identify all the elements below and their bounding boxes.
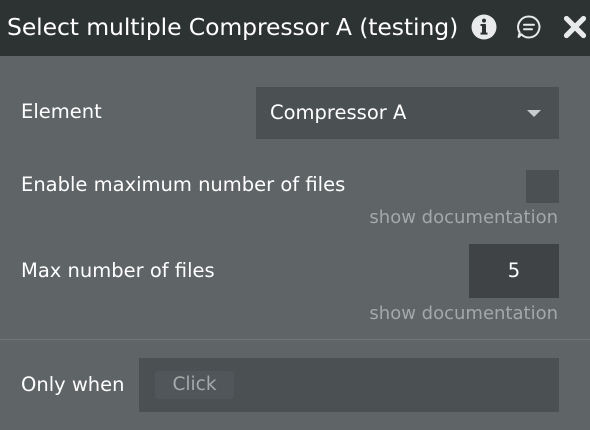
property-editor-panel: Select multiple Compressor A (testing) E… [0,0,590,430]
panel-title: Select multiple Compressor A (testing) [7,13,459,41]
show-documentation-link[interactable]: show documentation [369,206,558,230]
section-divider [0,339,590,340]
element-dropdown-value: Compressor A [270,101,407,124]
chevron-down-icon [527,110,541,117]
close-icon[interactable] [561,13,589,41]
max-files-input[interactable]: 5 [469,244,559,298]
click-placeholder-chip[interactable]: Click [155,371,234,399]
enable-max-files-checkbox[interactable] [526,170,559,203]
element-dropdown[interactable]: Compressor A [256,87,559,139]
comment-icon[interactable] [515,13,543,41]
only-when-label: Only when [21,373,125,396]
show-documentation-link[interactable]: show documentation [369,302,558,326]
element-label: Element [21,100,102,123]
max-files-label: Max number of files [21,259,215,282]
info-icon[interactable] [470,13,498,41]
panel-header: Select multiple Compressor A (testing) [0,0,590,56]
only-when-condition-field[interactable]: Click [139,358,559,412]
enable-max-files-label: Enable maximum number of files [21,173,346,196]
